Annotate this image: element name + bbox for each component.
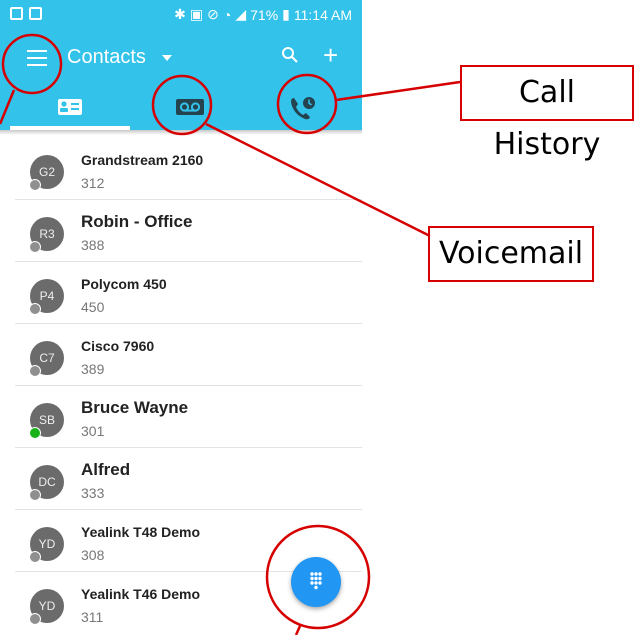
phone-screen: ✱ ▣ ⊘ ◔ ◢ 71% ▮ 11:14 AM Contacts + G2 G… bbox=[0, 0, 362, 635]
bluetooth-icon: ✱ bbox=[174, 6, 186, 22]
battery-percentage: 71% bbox=[250, 6, 279, 23]
contact-extension: 388 bbox=[81, 237, 105, 253]
signal-icon: ◢ bbox=[235, 6, 247, 22]
tab-contacts[interactable] bbox=[10, 88, 130, 130]
voicemail-callout: Voicemail bbox=[428, 226, 594, 282]
contact-name: Alfred bbox=[81, 460, 131, 479]
voicemail-icon bbox=[176, 99, 204, 115]
presence-indicator bbox=[29, 613, 41, 625]
tab-shadow bbox=[0, 130, 362, 135]
contact-name: Cisco 7960 bbox=[81, 338, 155, 354]
gallery-notification-icon bbox=[10, 7, 23, 20]
clock: 11:14 AM bbox=[293, 6, 352, 23]
contact-extension: 311 bbox=[81, 609, 104, 625]
avatar: G2 bbox=[29, 155, 64, 191]
presence-indicator bbox=[29, 303, 41, 315]
contact-extension: 389 bbox=[81, 361, 105, 377]
avatar: YD bbox=[29, 527, 64, 563]
tab-bar bbox=[0, 88, 362, 130]
avatar: P4 bbox=[29, 279, 64, 315]
avatar: DC bbox=[29, 465, 64, 501]
chevron-down-icon[interactable] bbox=[162, 55, 172, 61]
call-history-icon bbox=[291, 97, 315, 120]
contact-row[interactable]: R3 Robin - Office 388 bbox=[0, 200, 362, 262]
contact-extension: 333 bbox=[81, 485, 105, 501]
nfc-icon: ▣ bbox=[189, 6, 204, 22]
contact-name: Yealink T48 Demo bbox=[81, 524, 201, 540]
wifi-icon: ◔ bbox=[222, 6, 232, 23]
contact-row[interactable]: G2 Grandstream 2160 312 bbox=[0, 138, 362, 200]
dialpad-button[interactable] bbox=[291, 557, 341, 607]
search-icon[interactable] bbox=[281, 46, 299, 64]
contact-row[interactable]: P4 Polycom 450 450 bbox=[0, 262, 362, 324]
battery-icon: ▮ bbox=[282, 6, 290, 22]
avatar: R3 bbox=[29, 217, 64, 253]
page-title: Contacts bbox=[67, 46, 146, 68]
contact-name: Polycom 450 bbox=[81, 276, 167, 292]
contact-row[interactable]: SB Bruce Wayne 301 bbox=[0, 386, 362, 448]
tab-call-history[interactable] bbox=[250, 88, 362, 130]
presence-indicator bbox=[29, 427, 41, 439]
contact-name: Grandstream 2160 bbox=[81, 152, 204, 168]
contact-extension: 312 bbox=[81, 175, 105, 191]
presence-indicator bbox=[29, 551, 41, 563]
call-history-callout: Call History bbox=[460, 65, 634, 162]
contact-card-icon bbox=[58, 99, 82, 115]
contact-extension: 308 bbox=[81, 547, 105, 563]
presence-indicator bbox=[29, 241, 41, 253]
hamburger-menu-icon[interactable] bbox=[27, 50, 47, 66]
plus-icon[interactable]: + bbox=[323, 42, 338, 68]
dialpad-icon bbox=[310, 572, 322, 590]
contact-name: Bruce Wayne bbox=[81, 398, 189, 417]
contact-extension: 301 bbox=[81, 423, 105, 439]
contact-row[interactable]: C7 Cisco 7960 389 bbox=[0, 324, 362, 386]
contact-row[interactable]: DC Alfred 333 bbox=[0, 448, 362, 510]
tab-voicemail[interactable] bbox=[130, 88, 250, 130]
app-notification-icon bbox=[29, 7, 42, 20]
contact-extension: 450 bbox=[81, 299, 105, 315]
avatar: C7 bbox=[29, 341, 64, 377]
app-bar: Contacts + bbox=[0, 30, 362, 88]
avatar: YD bbox=[29, 589, 64, 625]
avatar: SB bbox=[29, 403, 64, 439]
presence-indicator bbox=[29, 489, 41, 501]
status-bar: ✱ ▣ ⊘ ◔ ◢ 71% ▮ 11:14 AM bbox=[0, 0, 362, 30]
contact-name: Robin - Office bbox=[81, 212, 193, 231]
presence-indicator bbox=[29, 179, 41, 191]
presence-indicator bbox=[29, 365, 41, 377]
mute-icon: ⊘ bbox=[207, 6, 219, 22]
contact-name: Yealink T46 Demo bbox=[81, 586, 201, 602]
